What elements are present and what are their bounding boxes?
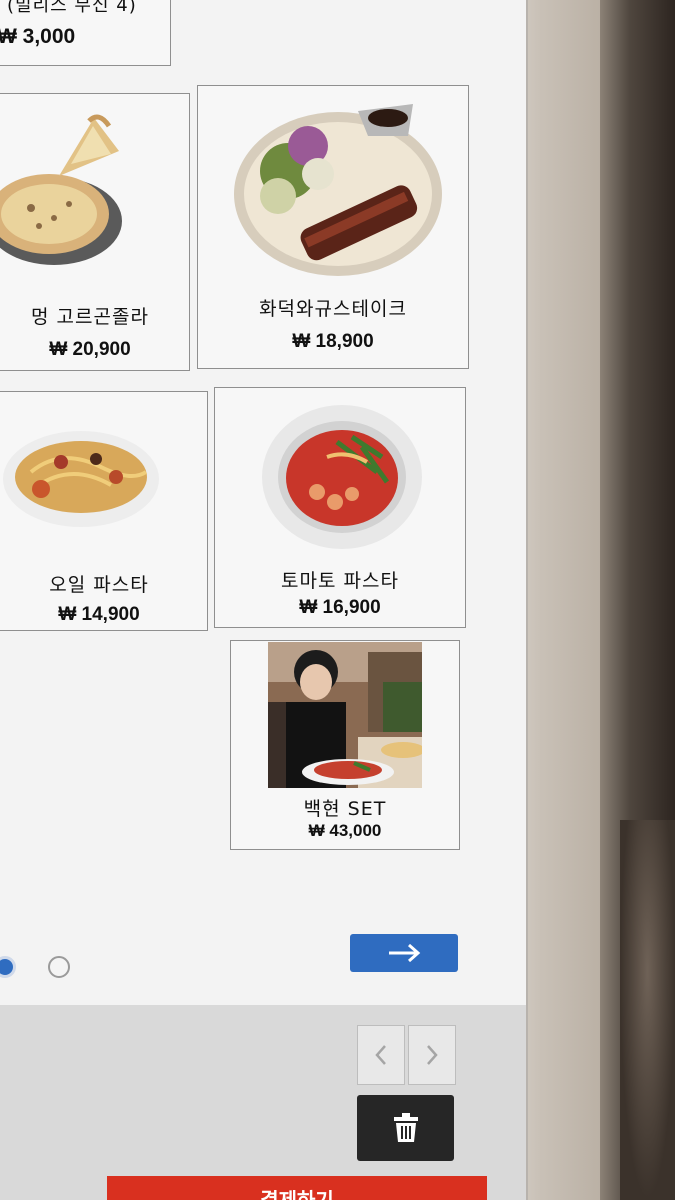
menu-item-price: ₩ 18,900	[292, 331, 374, 352]
pay-button[interactable]: 결제하기	[107, 1176, 487, 1200]
menu-card-top[interactable]: (밀리스 무신 4) ₩ 3,000	[0, 0, 171, 66]
menu-item-name: (밀리스 무신 4)	[7, 0, 137, 16]
menu-card-oil-pasta[interactable]: 오일 파스타 ₩ 14,900	[0, 391, 208, 631]
menu-grid: (밀리스 무신 4) ₩ 3,000 멍 고르곤졸라 ₩ 20,900 화덕와규…	[0, 0, 526, 1005]
menu-item-price: ₩ 16,900	[299, 597, 381, 618]
menu-item-price: ₩ 20,900	[49, 339, 131, 360]
menu-item-name: 멍 고르곤졸라	[31, 306, 149, 328]
oil-pasta-image	[3, 431, 159, 527]
menu-card-baekhyun-set[interactable]: 백현 SET ₩ 43,000	[230, 640, 460, 850]
menu-item-price: ₩ 43,000	[308, 821, 382, 840]
kiosk-screen: (밀리스 무신 4) ₩ 3,000 멍 고르곤졸라 ₩ 20,900 화덕와규…	[0, 0, 528, 1200]
page-dot-2[interactable]	[48, 956, 70, 978]
arrow-right-icon	[389, 943, 421, 963]
menu-item-name: 백현 SET	[303, 798, 387, 820]
tomato-pasta-image	[262, 405, 422, 549]
menu-item-price: ₩ 3,000	[0, 25, 76, 48]
menu-item-name: 토마토 파스타	[281, 570, 399, 592]
menu-card-gorgonzola[interactable]: 멍 고르곤졸라 ₩ 20,900	[0, 93, 190, 371]
gorgonzola-pizza-image	[0, 114, 122, 265]
trash-icon	[393, 1113, 418, 1142]
clear-cart-button[interactable]	[357, 1095, 454, 1161]
menu-item-name: 오일 파스타	[49, 574, 149, 596]
chevron-left-icon	[375, 1045, 386, 1065]
menu-item-price: ₩ 14,900	[58, 604, 140, 625]
cart-prev-button[interactable]	[357, 1025, 405, 1085]
background-object	[620, 820, 675, 1200]
chevron-right-icon	[427, 1045, 438, 1065]
next-page-button[interactable]	[350, 934, 458, 972]
photo-scene: (밀리스 무신 4) ₩ 3,000 멍 고르곤졸라 ₩ 20,900 화덕와규…	[0, 0, 675, 1200]
wagyu-steak-image	[234, 104, 442, 276]
menu-item-name: 화덕와규스테이크	[259, 298, 407, 320]
menu-card-wagyu-steak[interactable]: 화덕와규스테이크 ₩ 18,900	[197, 85, 469, 369]
cart-next-button[interactable]	[408, 1025, 456, 1085]
menu-card-tomato-pasta[interactable]: 토마토 파스타 ₩ 16,900	[214, 387, 466, 628]
baekhyun-set-photo	[268, 642, 422, 788]
page-dot-1-active[interactable]	[0, 956, 16, 978]
